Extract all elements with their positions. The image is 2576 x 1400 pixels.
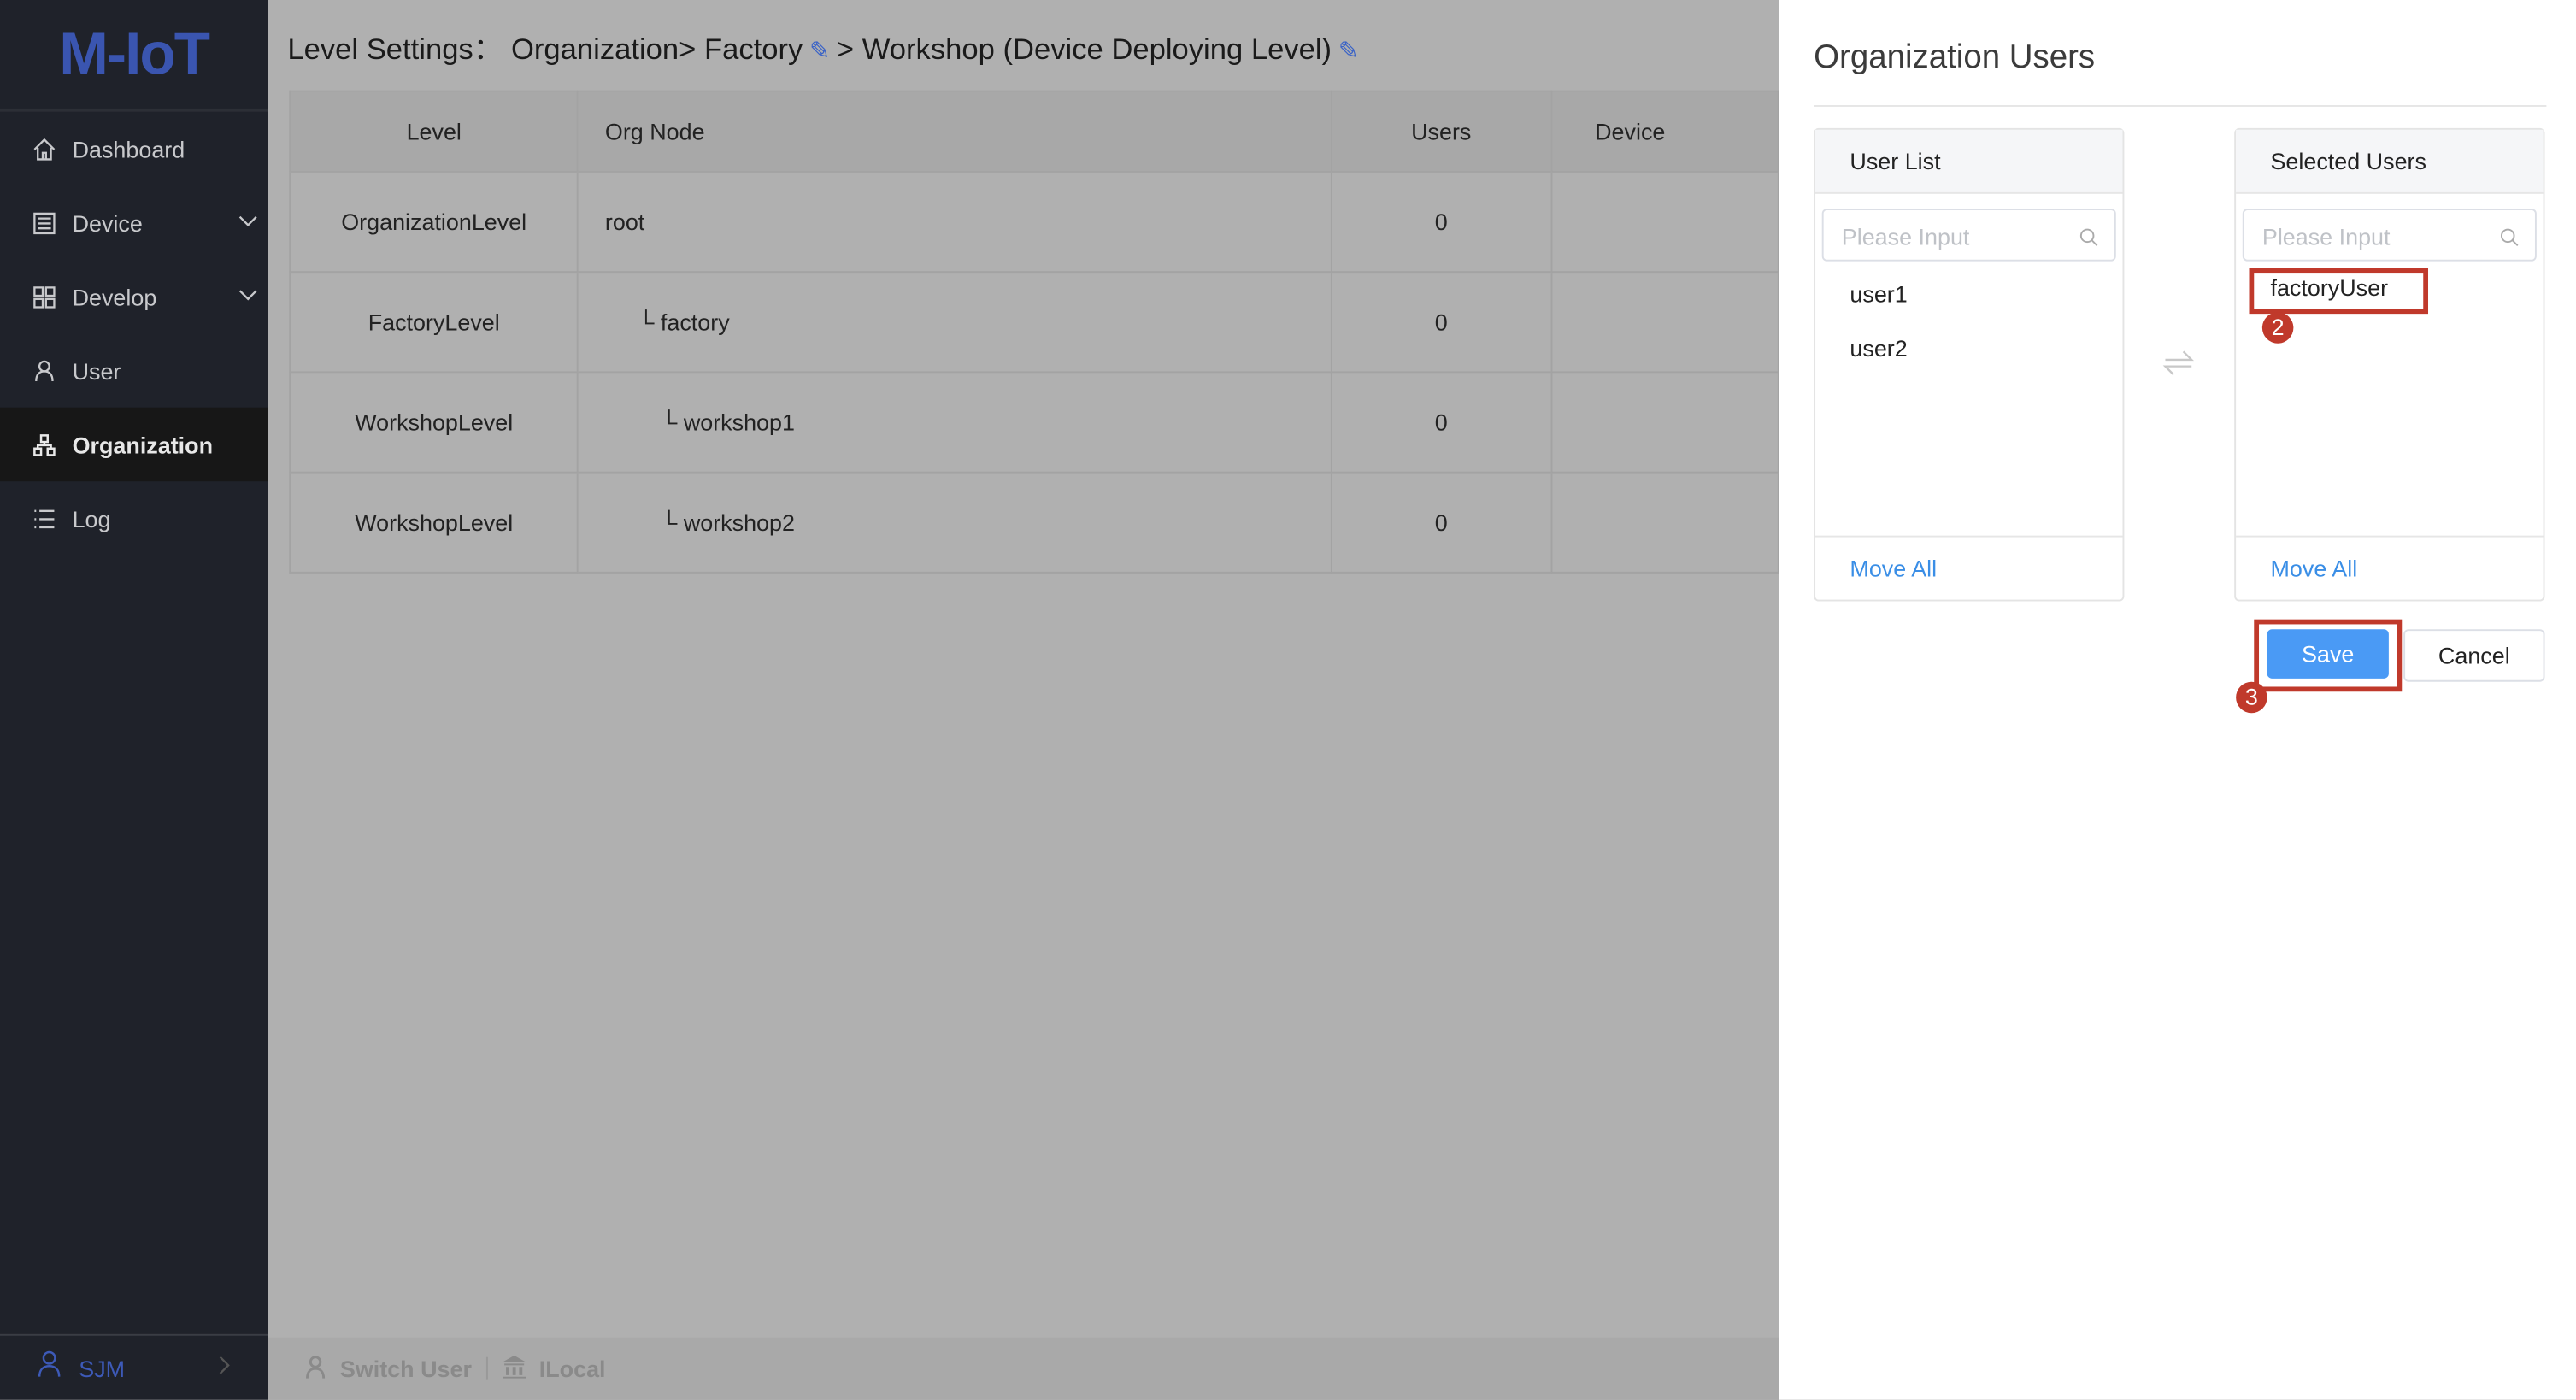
org-node-name: workshop1 (683, 409, 795, 436)
organization-users-drawer: Organization Users User List user1 user2… (1779, 0, 2576, 1400)
org-node-cell: root (577, 170, 1332, 274)
drawer-title: Organization Users (1814, 39, 2096, 76)
user-list-panel: User List user1 user2 Move All (1814, 127, 2125, 602)
current-user-name: SJM (79, 1354, 126, 1381)
edit-icon[interactable]: ✎ (809, 38, 830, 66)
levels-table: Level Org Node Users Device Organization… (289, 90, 1779, 574)
column-header-users: Users (1330, 90, 1553, 173)
org-node-cell: └ workshop2 (577, 471, 1332, 574)
sidebar-item-label: Organization (72, 431, 214, 458)
sidebar-item-organization[interactable]: Organization (0, 407, 268, 482)
column-header-level: Level (289, 90, 579, 173)
users-cell: 0 (1330, 471, 1553, 574)
list-item-user2[interactable]: user2 (1815, 322, 2122, 376)
org-node-cell: └ factory (577, 271, 1332, 374)
list-item-user1[interactable]: user1 (1815, 268, 2122, 321)
breadcrumb-prefix: Level Settings： (287, 32, 503, 66)
device-cell (1550, 170, 1779, 274)
step-badge: 3 (2236, 681, 2267, 714)
edit-icon[interactable]: ✎ (1338, 38, 1359, 66)
main-content: Level Settings： Organization> Factory ✎ > … (268, 0, 1779, 1400)
local-button[interactable]: ILocal (539, 1356, 606, 1382)
user-icon (32, 359, 56, 382)
home-icon (32, 137, 56, 161)
org-tree-icon (32, 432, 56, 456)
sidebar-item-label: Log (72, 505, 111, 532)
tree-branch-icon: └ (661, 409, 678, 436)
bank-icon (503, 1354, 526, 1383)
sidebar-item-log[interactable]: Log (0, 481, 268, 555)
level-cell: OrganizationLevel (289, 170, 579, 274)
table-header: Level Org Node Users Device (289, 90, 1779, 173)
users-cell: 0 (1330, 170, 1553, 274)
chevron-down-icon (238, 209, 258, 235)
users-cell: 0 (1330, 371, 1553, 474)
selected-users-search[interactable] (2242, 209, 2537, 262)
breadcrumb: Level Settings： Organization> Factory ✎ > … (287, 26, 1365, 69)
panel-title: Selected Users (2236, 129, 2544, 194)
divider (1814, 105, 2547, 107)
chevron-right-icon[interactable] (219, 1353, 232, 1383)
tree-branch-icon: └ (638, 309, 655, 336)
sidebar-item-label: Device (72, 209, 143, 236)
sidebar-item-dashboard[interactable]: Dashboard (0, 112, 268, 185)
breadcrumb-workshop[interactable]: > Workshop (Device Deploying Level) (837, 32, 1332, 65)
table-row[interactable]: WorkshopLevel └ workshop2 0 (289, 471, 1779, 574)
chevron-down-icon (238, 283, 258, 309)
step-badge: 2 (2261, 312, 2294, 344)
search-icon (2079, 225, 2098, 255)
column-header-org-node: Org Node (577, 90, 1332, 173)
sidebar-item-develop[interactable]: Develop (0, 260, 268, 333)
user-icon (36, 1350, 62, 1385)
sidebar-item-label: User (72, 357, 121, 384)
table-row[interactable]: WorkshopLevel └ workshop1 0 (289, 371, 1779, 474)
level-cell: WorkshopLevel (289, 471, 579, 574)
highlight-box (2249, 268, 2429, 315)
users-cell: 0 (1330, 271, 1553, 374)
selected-users-panel: Selected Users factoryUser Move All (2234, 127, 2545, 602)
user-icon (304, 1355, 327, 1383)
footer-bar: Switch User ILocal (268, 1337, 1779, 1400)
table-row[interactable]: OrganizationLevel root 0 (289, 170, 1779, 274)
sidebar-item-device[interactable]: Device (0, 185, 268, 259)
panel-title: User List (1815, 129, 2123, 194)
sidebar-item-user[interactable]: User (0, 333, 268, 407)
highlight-box (2254, 619, 2403, 692)
org-node-name: workshop2 (683, 509, 795, 536)
logo: M-IoT (0, 0, 268, 112)
sidebar-item-label: Dashboard (72, 135, 185, 162)
transfer-icon[interactable] (2162, 347, 2195, 388)
level-cell: FactoryLevel (289, 271, 579, 374)
cancel-button[interactable]: Cancel (2403, 629, 2545, 682)
grid-icon (32, 285, 56, 309)
sidebar-item-label: Develop (72, 283, 157, 310)
device-icon (32, 211, 56, 234)
column-header-device: Device (1550, 90, 1779, 173)
device-cell (1550, 471, 1779, 574)
user-list-search-input[interactable] (1838, 221, 2075, 252)
divider (486, 1356, 489, 1380)
org-node-cell: └ workshop1 (577, 371, 1332, 474)
sidebar: M-IoT Dashboard Device Develop User Orga… (0, 0, 268, 1400)
selected-users-search-input[interactable] (2259, 221, 2496, 252)
level-cell: WorkshopLevel (289, 371, 579, 474)
table-row[interactable]: FactoryLevel └ factory 0 (289, 271, 1779, 374)
move-all-button[interactable]: Move All (2236, 535, 2544, 600)
current-user[interactable]: SJM (0, 1333, 268, 1400)
search-icon (2500, 225, 2519, 255)
breadcrumb-organization-factory[interactable]: Organization> Factory (511, 32, 803, 65)
move-all-button[interactable]: Move All (1815, 535, 2123, 600)
list-icon (32, 507, 56, 530)
user-list-search[interactable] (1821, 209, 2116, 262)
tree-branch-icon: └ (661, 509, 678, 536)
device-cell (1550, 271, 1779, 374)
org-node-name: factory (660, 309, 730, 336)
device-cell (1550, 371, 1779, 474)
switch-user-button[interactable]: Switch User (340, 1356, 472, 1382)
